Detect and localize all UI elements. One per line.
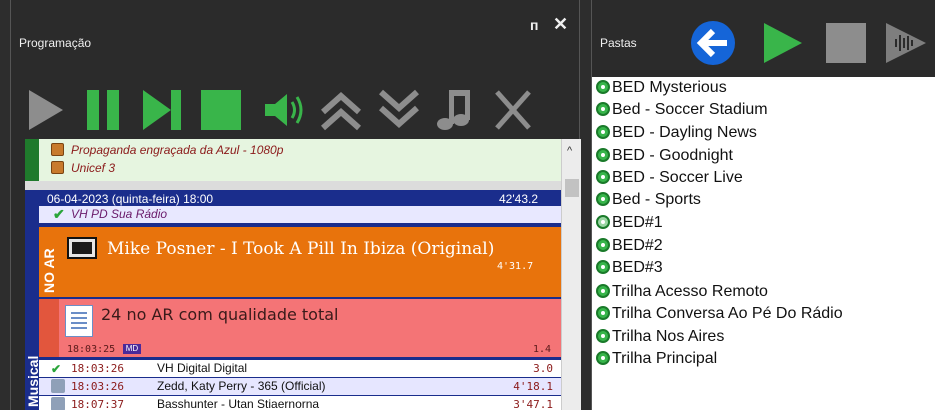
pin-icon[interactable]: ᴨ xyxy=(530,17,538,33)
volume-icon[interactable] xyxy=(259,84,307,136)
folder-icon xyxy=(596,351,610,365)
scrollbar[interactable]: ^ xyxy=(561,139,581,410)
folder-icon xyxy=(596,80,610,94)
folders-panel: Pastas BED Mysterious Bed - Soccer Stadi… xyxy=(591,0,935,410)
back-arrow-icon[interactable] xyxy=(689,19,737,67)
pause-icon[interactable] xyxy=(79,84,127,136)
folder-item[interactable]: BED - Goodnight xyxy=(596,145,733,167)
folder-item[interactable]: BED - Dayling News xyxy=(596,122,757,144)
next-item[interactable]: 24 no AR com qualidade total 18:03:25 MD… xyxy=(39,299,561,357)
status-badge: MD xyxy=(123,344,141,354)
next-time: 18:03:25 xyxy=(67,344,116,355)
folder-icon xyxy=(596,238,610,252)
on-air-item[interactable]: NO AR Mike Posner - I Took A Pill In Ibi… xyxy=(39,227,561,297)
folder-item[interactable]: BED#2 xyxy=(596,235,663,257)
package-icon xyxy=(51,143,64,156)
double-chevron-up-icon[interactable] xyxy=(317,84,365,136)
programming-panel: Programação ᴨ ✕ Propaganda engraçada da … xyxy=(10,0,581,410)
folder-item[interactable]: BED#3 xyxy=(596,257,663,279)
table-row[interactable]: 18:03:26 Zedd, Katy Perry - 365 (Officia… xyxy=(39,378,561,395)
skip-next-icon[interactable] xyxy=(137,84,185,136)
table-row[interactable]: ✔ 18:03:26 VH Digital Digital 3.0 xyxy=(39,360,561,377)
music-file-icon xyxy=(51,397,65,410)
folder-icon xyxy=(596,215,610,229)
folder-icon xyxy=(596,192,610,206)
folder-icon xyxy=(596,125,610,139)
block-duration: 42'43.2 xyxy=(499,192,538,206)
block-date: 06-04-2023 (quinta-feira) 18:00 xyxy=(47,192,214,206)
folder-item[interactable]: BED Mysterious xyxy=(596,77,727,99)
play-icon[interactable] xyxy=(758,19,806,67)
close-x-icon[interactable] xyxy=(489,84,537,136)
panel-title: Programação xyxy=(19,36,92,50)
list-item[interactable]: Propaganda engraçada da Azul - 1080p xyxy=(39,142,559,159)
close-icon[interactable]: ✕ xyxy=(553,14,568,35)
double-chevron-down-icon[interactable] xyxy=(375,84,423,136)
document-icon xyxy=(65,305,93,337)
check-icon: ✔ xyxy=(51,362,62,376)
stop-icon[interactable] xyxy=(197,84,245,136)
folder-icon xyxy=(596,284,610,298)
folder-item[interactable]: BED - Soccer Live xyxy=(596,167,743,189)
table-row[interactable]: 18:07:37 Basshunter - Utan Stiaernorna 3… xyxy=(39,396,561,410)
folder-item[interactable]: Trilha Acesso Remoto xyxy=(596,281,768,303)
folder-icon xyxy=(596,306,610,320)
list-item[interactable]: Unicef 3 xyxy=(39,160,559,177)
check-icon: ✔ xyxy=(53,206,65,222)
folder-item[interactable]: Trilha Principal xyxy=(596,348,717,370)
list-item[interactable]: ✔ VH PD Sua Rádio xyxy=(39,206,561,223)
folder-icon xyxy=(596,148,610,162)
waveform-icon[interactable] xyxy=(882,19,930,67)
stop-icon[interactable] xyxy=(822,19,870,67)
computer-icon xyxy=(67,237,97,259)
scroll-thumb[interactable] xyxy=(565,179,579,197)
next-title: 24 no AR com qualidade total xyxy=(101,305,339,324)
chevron-up-icon[interactable]: ^ xyxy=(567,145,572,157)
folder-list[interactable]: BED Mysterious Bed - Soccer Stadium BED … xyxy=(592,77,935,410)
folder-item[interactable]: BED#1 xyxy=(596,212,663,234)
package-icon xyxy=(51,161,64,174)
on-air-title: Mike Posner - I Took A Pill In Ibiza (Or… xyxy=(107,239,495,259)
folder-icon xyxy=(596,329,610,343)
next-duration: 1.4 xyxy=(533,344,552,355)
panel-title: Pastas xyxy=(600,36,637,50)
folder-icon xyxy=(596,170,610,184)
folder-item[interactable]: Trilha Nos Aires xyxy=(596,326,724,348)
folder-icon xyxy=(596,260,610,274)
playlist[interactable]: Propaganda engraçada da Azul - 1080p Uni… xyxy=(25,139,561,410)
folder-item[interactable]: Trilha Conversa Ao Pé Do Rádio xyxy=(596,303,843,325)
on-air-time: 4'31.7 xyxy=(497,261,534,272)
on-air-label: NO AR xyxy=(41,248,57,293)
folder-icon xyxy=(596,102,610,116)
music-note-icon[interactable] xyxy=(431,84,479,136)
folder-item[interactable]: Bed - Soccer Stadium xyxy=(596,99,768,121)
play-icon[interactable] xyxy=(21,84,69,136)
folder-item[interactable]: Bed - Sports xyxy=(596,189,701,211)
group-ads: Propaganda engraçada da Azul - 1080p Uni… xyxy=(25,139,561,181)
music-file-icon xyxy=(51,379,65,393)
